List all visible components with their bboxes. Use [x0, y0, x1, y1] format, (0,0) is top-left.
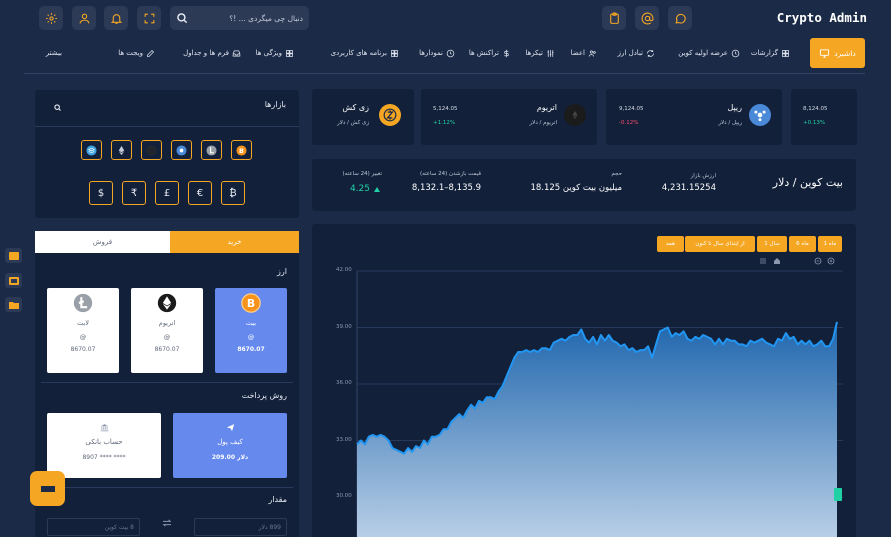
wallet-card-litecoin[interactable]: لایت @ 8670.07	[47, 288, 119, 373]
divider	[41, 382, 293, 383]
floating-action-button[interactable]	[30, 471, 65, 506]
ticket-icon	[40, 485, 55, 492]
trade-panel	[35, 231, 299, 537]
amount-section-title: مقدار	[268, 495, 287, 504]
ethereum-icon	[157, 293, 177, 313]
payment-name: کیف پول	[217, 438, 243, 446]
bitcoin-icon: B	[241, 293, 261, 313]
price-area-fill	[357, 321, 837, 537]
wallet-at: @	[163, 333, 171, 341]
tab-sell[interactable]: فروش	[35, 231, 170, 253]
tab-buy[interactable]: خرید	[170, 231, 299, 253]
chart-handle[interactable]	[834, 488, 842, 501]
wallet-name: اتریوم	[158, 319, 176, 327]
wallet-amount: 8670.07	[154, 346, 180, 353]
svg-text:B: B	[247, 297, 255, 310]
wallet-name: بیت	[245, 319, 257, 327]
payment-section-title: روش پرداخت	[241, 391, 287, 400]
payment-card-wallet[interactable]: کیف پول 209.00 دلار	[173, 413, 287, 478]
amount-usd-input[interactable]	[194, 518, 287, 536]
payment-card-bank[interactable]: حساب بانکی 8907 **** ****	[47, 413, 161, 478]
wallet-at: @	[79, 333, 87, 341]
wallet-card-bitcoin[interactable]: B بیت @ 8670.07	[215, 288, 287, 373]
send-icon	[226, 424, 234, 432]
divider	[41, 487, 293, 488]
bank-icon	[100, 424, 108, 432]
wallet-at: @	[247, 333, 255, 341]
wallet-amount: 8670.07	[237, 346, 265, 353]
currency-section-title: ارز	[277, 267, 287, 276]
amount-crypto-input[interactable]	[47, 518, 140, 536]
litecoin-icon	[73, 293, 93, 313]
payment-amount: 209.00 دلار	[211, 454, 249, 461]
payment-name: حساب بانکی	[85, 438, 123, 446]
swap-icon[interactable]	[162, 519, 172, 527]
wallet-card-ethereum[interactable]: اتریوم @ 8670.07	[131, 288, 203, 373]
wallet-name: لایت	[77, 319, 89, 327]
payment-amount: 8907 **** ****	[82, 454, 126, 461]
wallet-amount: 8670.07	[70, 346, 96, 353]
